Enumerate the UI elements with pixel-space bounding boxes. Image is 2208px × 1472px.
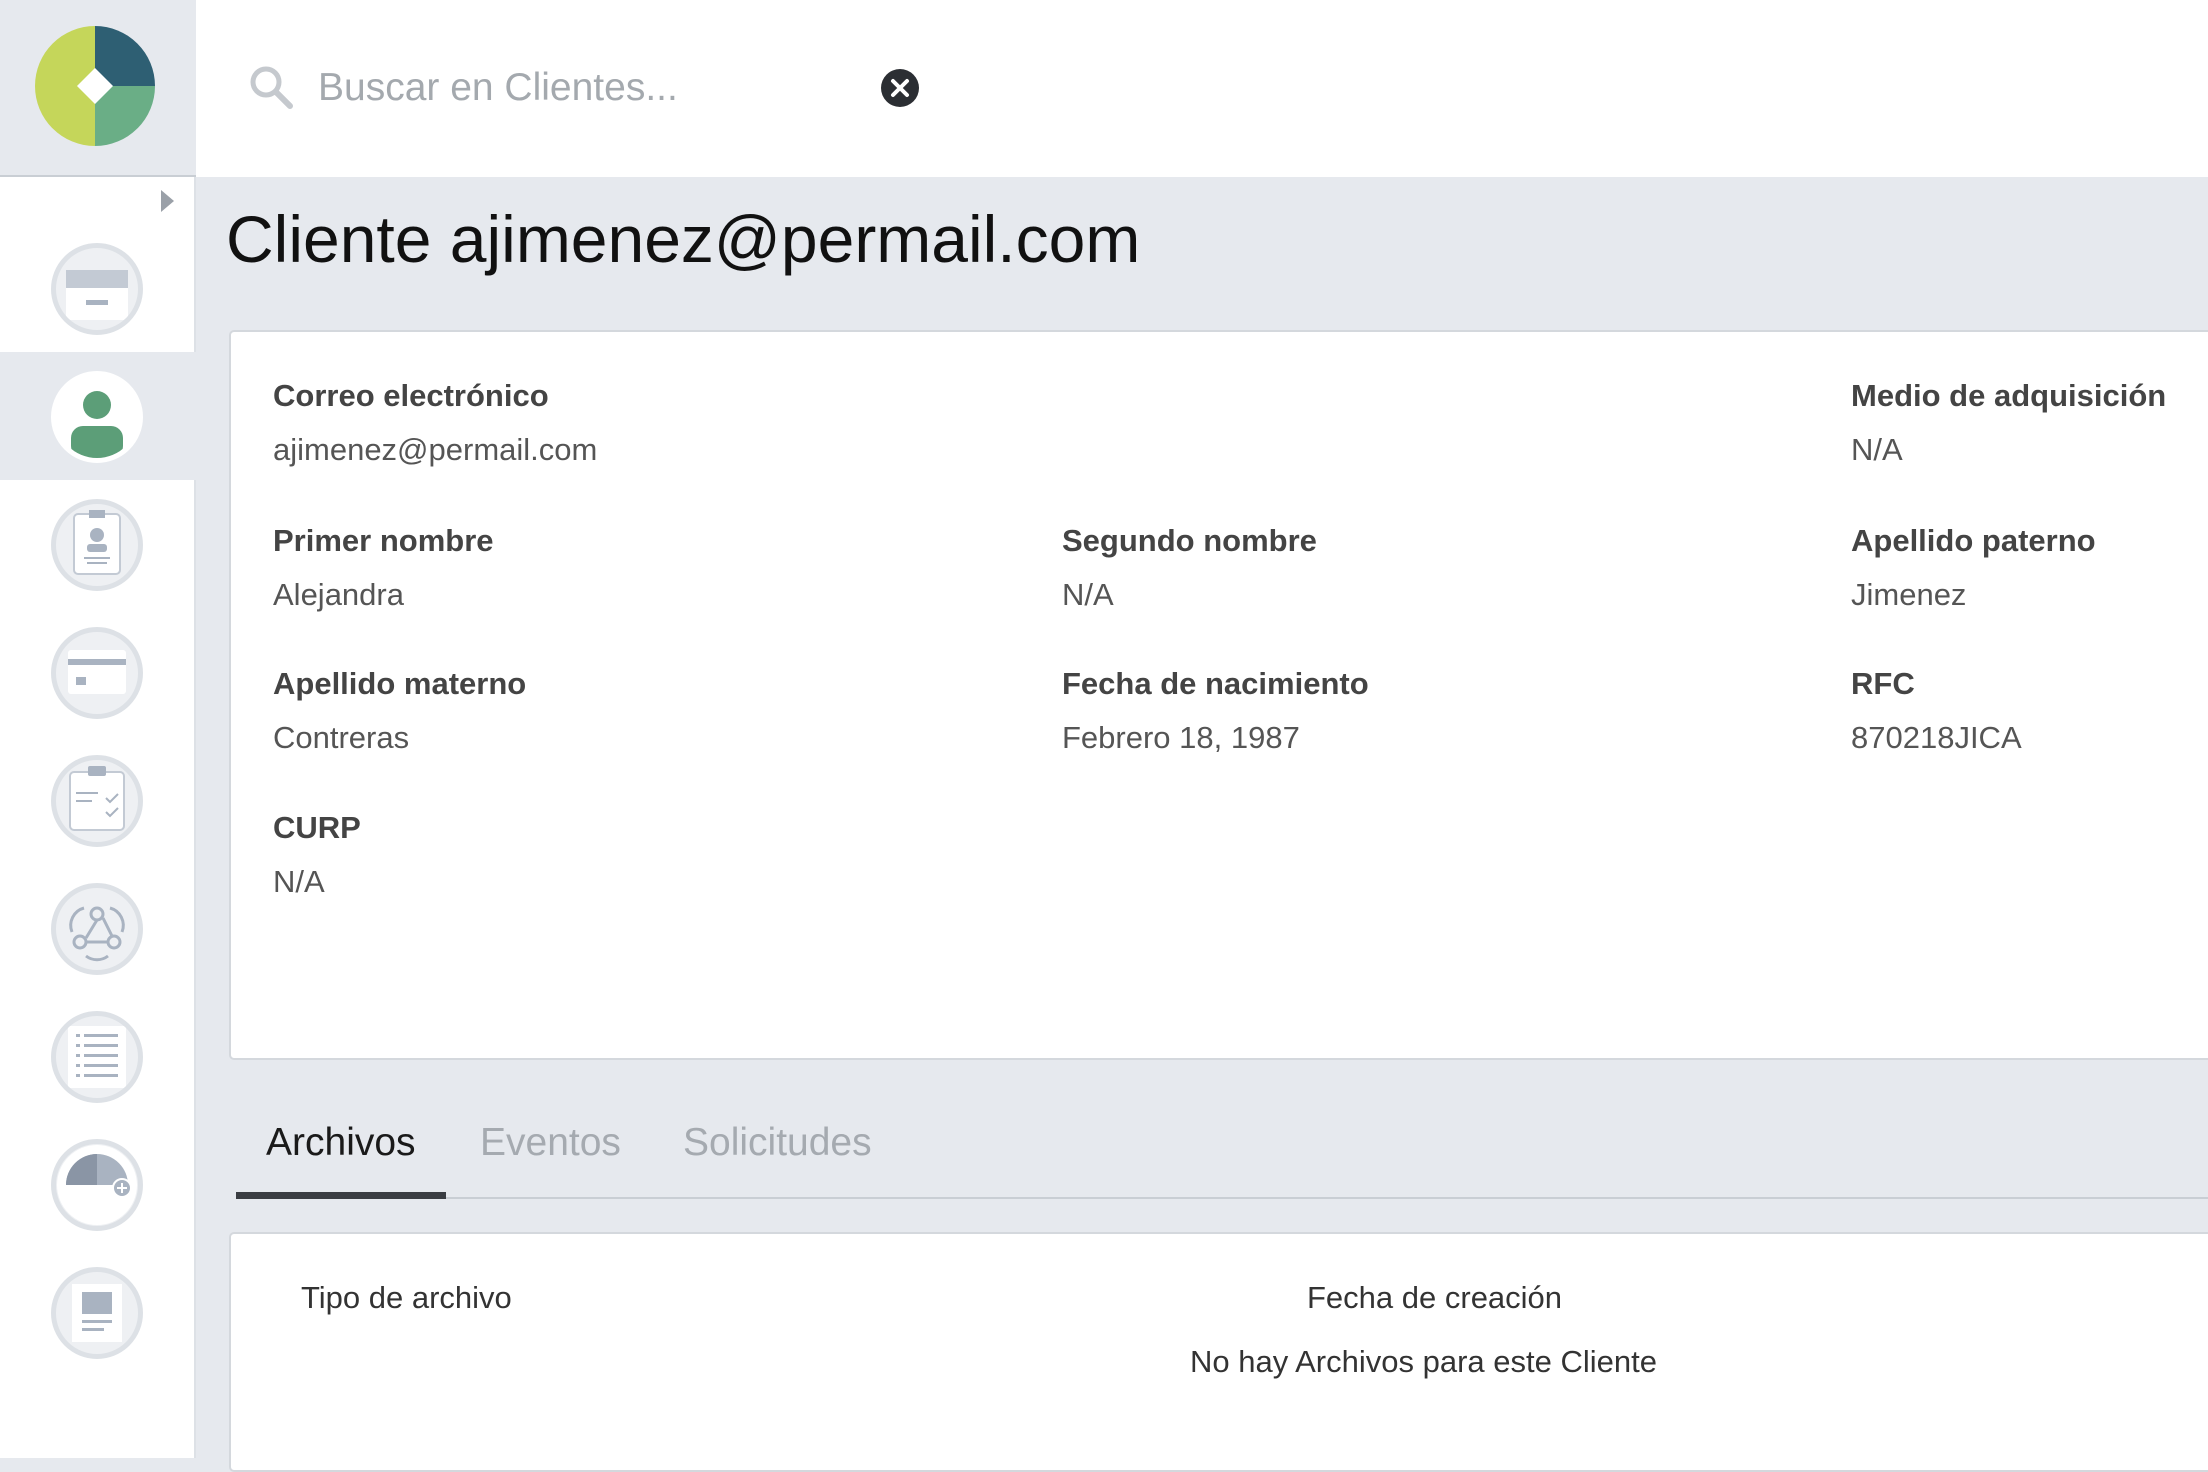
field-value: N/A	[1062, 577, 1114, 612]
nav-item-lists[interactable]	[0, 992, 196, 1120]
document-icon	[51, 1267, 143, 1359]
files-table: Tipo de archivo Fecha de creación No hay…	[229, 1232, 2208, 1472]
clipboard-checklist-icon	[51, 755, 143, 847]
tab-archivos[interactable]: Archivos	[236, 1121, 446, 1199]
tab-eventos[interactable]: Eventos	[480, 1121, 621, 1199]
field-value: 870218JICA	[1851, 720, 2022, 755]
field-value: Alejandra	[273, 577, 404, 612]
field-value: Contreras	[273, 720, 410, 755]
field-value: Jimenez	[1851, 577, 1967, 612]
field-paternal-surname: Apellido paterno Jimenez	[1851, 523, 2096, 613]
nav-item-payments[interactable]	[0, 608, 196, 736]
id-badge-icon	[51, 499, 143, 591]
top-bar	[196, 0, 2208, 177]
field-label: Fecha de nacimiento	[1062, 666, 1369, 701]
field-value: N/A	[1851, 432, 1903, 467]
field-acquisition: Medio de adquisición N/A	[1851, 378, 2166, 468]
page-title: Cliente ajimenez@permail.com	[226, 202, 1141, 276]
field-label: Medio de adquisición	[1851, 378, 2167, 413]
search-icon	[250, 66, 293, 109]
gauge-add-icon	[51, 1139, 143, 1231]
nav-item-card-reader[interactable]	[0, 224, 196, 352]
field-value: N/A	[273, 864, 325, 899]
app-logo[interactable]	[35, 26, 155, 146]
list-icon	[51, 1011, 143, 1103]
logo-area	[0, 0, 196, 177]
field-label: Primer nombre	[273, 523, 494, 558]
field-curp: CURP N/A	[273, 810, 361, 900]
field-label: Correo electrónico	[273, 378, 549, 413]
field-maternal-surname: Apellido materno Contreras	[273, 666, 526, 756]
card-reader-icon	[51, 243, 143, 335]
clear-search-icon[interactable]	[880, 68, 920, 108]
nav-item-id-badge[interactable]	[0, 480, 196, 608]
field-label: Apellido materno	[273, 666, 527, 701]
field-value: Febrero 18, 1987	[1062, 720, 1300, 755]
field-birthdate: Fecha de nacimiento Febrero 18, 1987	[1062, 666, 1369, 756]
nav-item-webhooks[interactable]	[0, 864, 196, 992]
field-label: RFC	[1851, 666, 1915, 701]
nav-item-clients[interactable]	[0, 352, 196, 480]
search-input[interactable]	[318, 58, 858, 118]
nav-item-documents[interactable]	[0, 1248, 196, 1376]
sidebar	[0, 0, 196, 1458]
field-label: CURP	[273, 810, 361, 845]
nav-item-dashboards[interactable]	[0, 1120, 196, 1248]
field-label: Apellido paterno	[1851, 523, 2096, 558]
field-email: Correo electrónico ajimenez@permail.com	[273, 378, 597, 468]
client-info-card: Correo electrónico ajimenez@permail.com …	[229, 330, 2208, 1060]
credit-card-icon	[51, 627, 143, 719]
field-value: ajimenez@permail.com	[273, 432, 598, 467]
user-icon	[51, 371, 143, 463]
expand-sidebar-icon[interactable]	[161, 190, 174, 212]
nav-item-tasks[interactable]	[0, 736, 196, 864]
tab-solicitudes[interactable]: Solicitudes	[683, 1121, 872, 1199]
field-first-name: Primer nombre Alejandra	[273, 523, 494, 613]
field-rfc: RFC 870218JICA	[1851, 666, 2022, 756]
field-middle-name: Segundo nombre N/A	[1062, 523, 1317, 613]
field-label: Segundo nombre	[1062, 523, 1317, 558]
column-header-created-date: Fecha de creación	[1307, 1280, 1563, 1315]
tabs-bar: Archivos Eventos Solicitudes	[236, 1095, 2208, 1199]
column-header-file-type: Tipo de archivo	[301, 1280, 512, 1315]
webhook-icon	[51, 883, 143, 975]
empty-state-message: No hay Archivos para este Cliente	[1190, 1344, 1657, 1379]
